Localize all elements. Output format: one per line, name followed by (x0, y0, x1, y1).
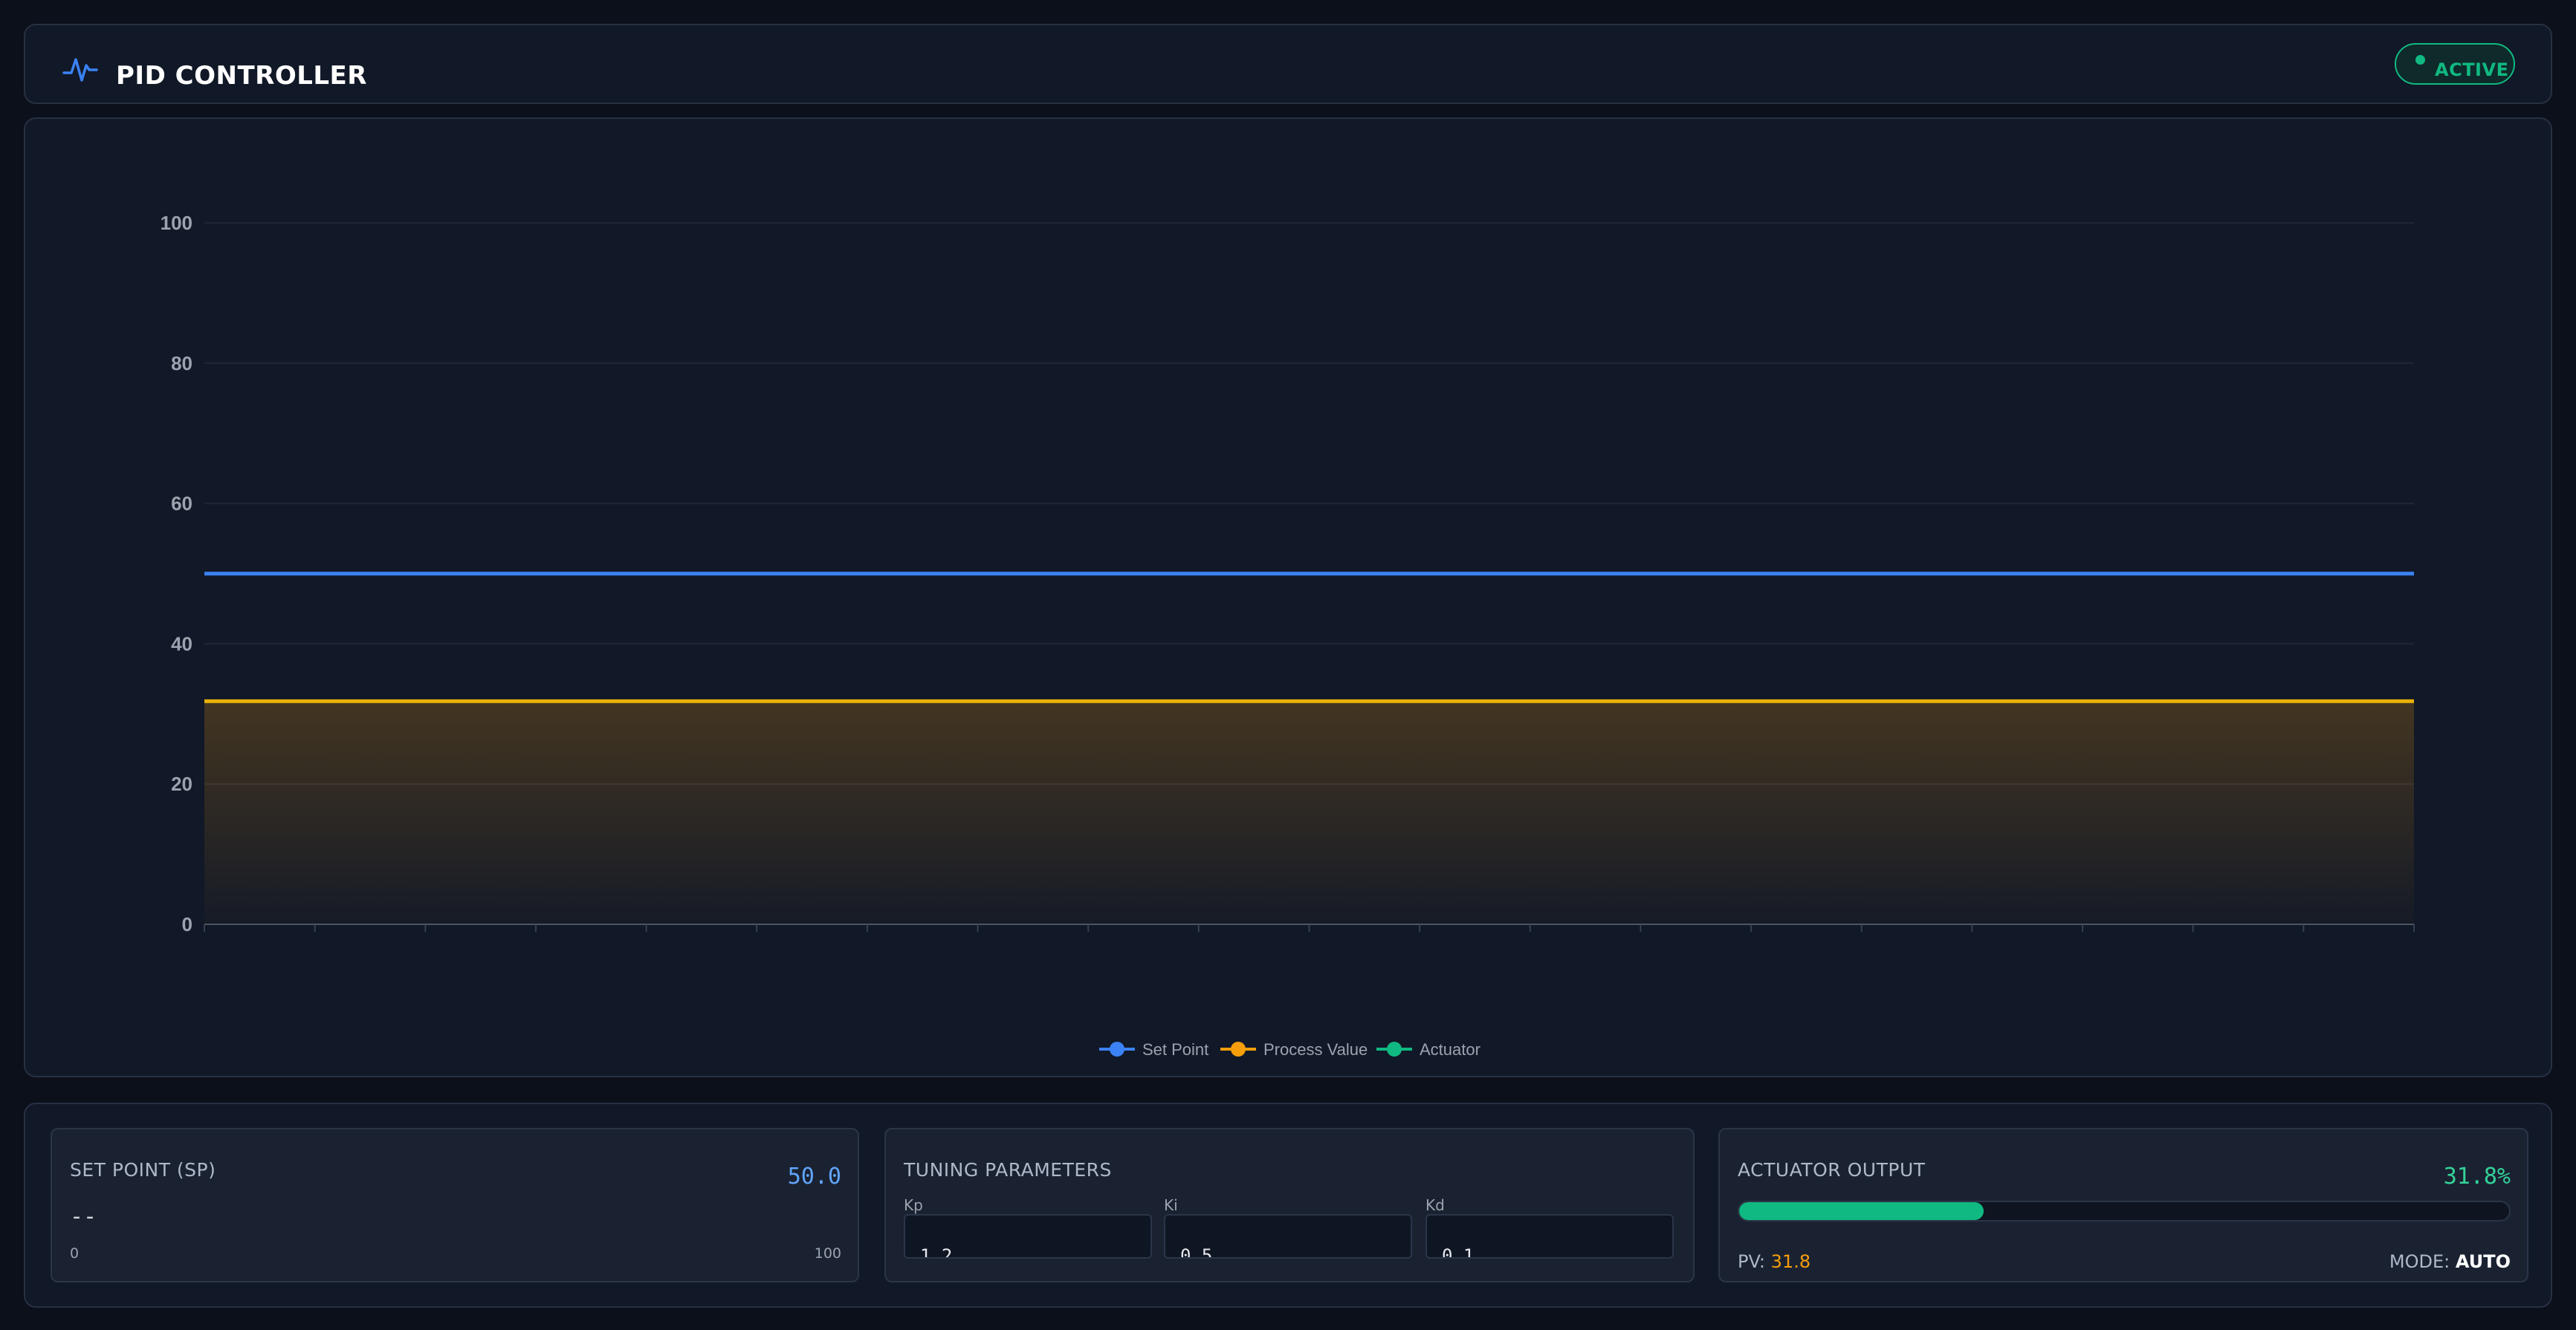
setpoint-max-label: 100 (814, 1245, 841, 1262)
kp-label: Kp (904, 1196, 923, 1214)
trend-chart: 0 20 40 60 80 100 Set Point Process Value Actuat… (161, 212, 2415, 1059)
y-tick-label: 20 (171, 773, 192, 795)
actuator-progress-fill (1739, 1202, 1984, 1220)
kd-input[interactable]: 0.1 (1425, 1214, 1674, 1259)
ki-label: Ki (1164, 1196, 1178, 1214)
y-tick-label: 0 (182, 913, 192, 935)
app-title: PID CONTROLLER (116, 61, 367, 91)
actuator-title: ACTUATOR OUTPUT (1738, 1159, 1926, 1181)
kd-label: Kd (1425, 1196, 1445, 1214)
y-tick-label: 80 (171, 352, 192, 374)
mode-label: MODE: (2389, 1251, 2450, 1272)
pv-readout: PV: 31.8 (1738, 1251, 1810, 1272)
ki-input[interactable]: 0.5 (1164, 1214, 1412, 1259)
actuator-progress-bar (1738, 1201, 2511, 1222)
status-dot-icon (2415, 55, 2425, 65)
setpoint-slider[interactable]: -- (70, 1204, 97, 1230)
setpoint-min-label: 0 (70, 1245, 80, 1262)
legend-label: Set Point (1142, 1040, 1208, 1059)
pv-label: PV: (1738, 1251, 1766, 1272)
legend-swatch-dot (1231, 1042, 1246, 1057)
control-panel: SET POINT (SP) 50.0 -- 0 100 TUNING PARA… (24, 1103, 2552, 1308)
y-tick-label: 100 (161, 212, 192, 234)
chart-panel: 0 20 40 60 80 100 Set Point Process Value Actuat… (24, 117, 2552, 1077)
activity-pulse-icon (62, 58, 98, 82)
y-tick-label: 60 (171, 493, 192, 515)
legend-label: Actuator (1420, 1040, 1480, 1059)
process-value-area (204, 701, 2414, 924)
legend-swatch-dot (1387, 1042, 1402, 1057)
y-tick-label: 40 (171, 632, 192, 655)
setpoint-title: SET POINT (SP) (70, 1159, 216, 1181)
setpoint-card: SET POINT (SP) 50.0 -- 0 100 (51, 1128, 859, 1282)
kd-input-value: 0.1 (1442, 1245, 1475, 1259)
actuator-value: 31.8% (2443, 1164, 2511, 1190)
setpoint-value: 50.0 (787, 1164, 841, 1190)
status-badge: ACTIVE (2395, 43, 2515, 85)
mode-readout: MODE: AUTO (2389, 1251, 2511, 1272)
legend-swatch-dot (1110, 1042, 1124, 1057)
tuning-title: TUNING PARAMETERS (904, 1159, 1112, 1181)
ki-input-value: 0.5 (1180, 1245, 1213, 1259)
kp-input[interactable]: 1.2 (904, 1214, 1152, 1259)
legend-label: Process Value (1263, 1040, 1368, 1059)
actuator-card: ACTUATOR OUTPUT 31.8% PV: 31.8 MODE: AUT… (1718, 1128, 2528, 1282)
header-bar: PID CONTROLLER ACTIVE (24, 24, 2552, 104)
tuning-card: TUNING PARAMETERS Kp Ki Kd 1.2 0.5 0.1 (884, 1128, 1695, 1282)
pv-value: 31.8 (1770, 1251, 1811, 1272)
kp-input-value: 1.2 (920, 1245, 953, 1259)
status-badge-label: ACTIVE (2435, 59, 2509, 80)
mode-value: AUTO (2455, 1251, 2511, 1272)
